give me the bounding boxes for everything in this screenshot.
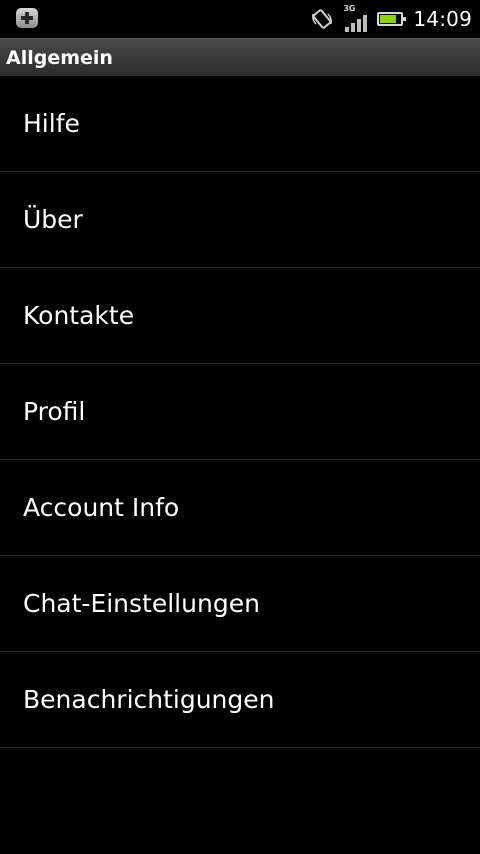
menu-item-label: Kontakte [23,301,135,330]
status-indicators: 3G 14:09 [311,4,472,32]
network-type-label: 3G [343,4,356,13]
status-clock: 14:09 [413,7,472,31]
status-bar: 3G 14:09 [0,0,480,38]
menu-item-label: Hilfe [23,109,80,138]
menu-item-benachrichtigungen[interactable]: Benachrichtigungen [0,652,480,748]
menu-item-label: Profil [23,397,86,426]
plus-notification-icon[interactable] [16,8,38,28]
battery-level-fill [380,15,396,23]
screen-rotation-icon [311,8,333,30]
signal-strength-icon: 3G [343,4,368,32]
menu-item-ueber[interactable]: Über [0,172,480,268]
menu-item-kontakte[interactable]: Kontakte [0,268,480,364]
title-bar: Allgemein [0,38,480,76]
battery-icon [377,12,407,26]
menu-item-label: Benachrichtigungen [23,685,275,714]
menu-item-account-info[interactable]: Account Info [0,460,480,556]
menu-item-label: Über [23,205,83,234]
menu-item-profil[interactable]: Profil [0,364,480,460]
page-title: Allgemein [6,47,113,69]
settings-menu: Hilfe Über Kontakte Profil Account Info … [0,76,480,748]
menu-item-chat-einstellungen[interactable]: Chat-Einstellungen [0,556,480,652]
menu-item-label: Chat-Einstellungen [23,589,260,618]
menu-item-hilfe[interactable]: Hilfe [0,76,480,172]
menu-item-label: Account Info [23,493,180,522]
notification-area[interactable] [16,8,38,28]
